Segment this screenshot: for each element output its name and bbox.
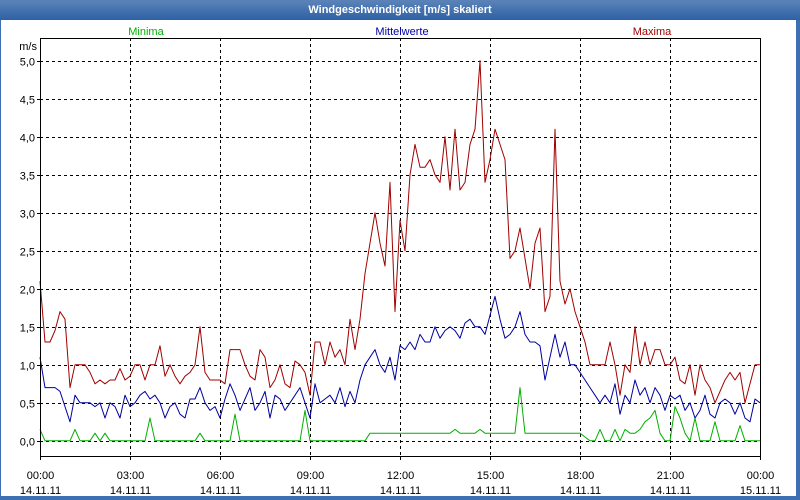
x-tick-date-label: 15.11.11 bbox=[740, 485, 781, 497]
x-tick-time-label: 00:00 bbox=[747, 470, 775, 482]
y-tick-label: 4,5 bbox=[20, 95, 35, 107]
wind-speed-chart: 0,0 0,5 1,0 1,5 2,0 2,5 3,0 3,5 4,0 4,5 5,0 00:00 14… bbox=[19, 26, 781, 497]
x-tick-date-label: 14.11.11 bbox=[470, 485, 511, 497]
x-tick-date-label: 14.11.11 bbox=[110, 485, 151, 497]
x-tick-time-label: 03:00 bbox=[117, 470, 145, 482]
x-tick-time-label: 00:00 bbox=[27, 470, 55, 482]
x-tick-time-label: 12:00 bbox=[387, 470, 415, 482]
legend-item-maxima: Maxima bbox=[633, 26, 672, 38]
window-title-bar: Windgeschwindigkeit [m/s] skaliert bbox=[0, 0, 800, 20]
y-tick-label: 0,0 bbox=[20, 437, 35, 449]
y-tick-label: 0,5 bbox=[20, 399, 35, 411]
grid bbox=[40, 38, 761, 456]
y-tick-label: 2,0 bbox=[20, 285, 35, 297]
x-tick-time-label: 09:00 bbox=[297, 470, 325, 482]
x-tick-date-label: 14.11.11 bbox=[650, 485, 691, 497]
legend-item-minima: Minima bbox=[128, 26, 164, 38]
x-tick-date-label: 14.11.11 bbox=[290, 485, 331, 497]
legend-item-mittelwerte: Mittelwerte bbox=[375, 26, 428, 38]
y-tick-label: 5,0 bbox=[20, 57, 35, 69]
y-tick-label: 1,0 bbox=[20, 361, 35, 373]
x-tick-date-label: 14.11.11 bbox=[200, 485, 241, 497]
x-tick-date-label: 14.11.11 bbox=[20, 485, 61, 497]
x-tick-time-label: 18:00 bbox=[567, 470, 595, 482]
window-title: Windgeschwindigkeit [m/s] skaliert bbox=[308, 4, 492, 16]
y-tick-label: 3,0 bbox=[20, 209, 35, 221]
x-tick-time-label: 15:00 bbox=[477, 470, 505, 482]
x-tick-time-label: 21:00 bbox=[657, 470, 685, 482]
x-tick-time-label: 06:00 bbox=[207, 470, 235, 482]
legend: Minima Mittelwerte Maxima bbox=[128, 26, 672, 38]
y-tick-label: 4,0 bbox=[20, 133, 35, 145]
y-tick-label: 1,5 bbox=[20, 323, 35, 335]
y-tick-label: 3,5 bbox=[20, 171, 35, 183]
y-tick-label: 2,5 bbox=[20, 247, 35, 259]
x-tick-date-label: 14.11.11 bbox=[380, 485, 421, 497]
y-axis-title: m/s bbox=[19, 41, 37, 53]
x-tick-date-label: 14.11.11 bbox=[560, 485, 601, 497]
